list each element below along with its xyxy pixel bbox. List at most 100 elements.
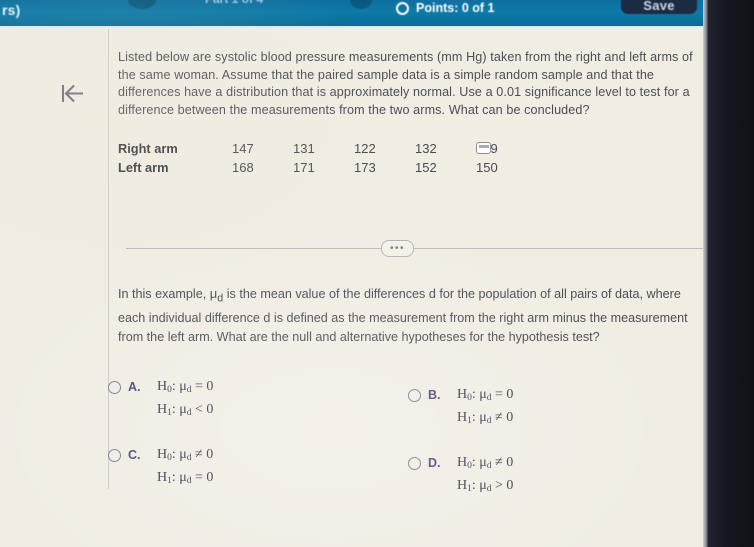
- h-symbol: H: [457, 455, 468, 470]
- radio-button-d[interactable]: [408, 457, 421, 470]
- monitor-bezel-highlight: [703, 0, 708, 547]
- part-indicator: Part 1 of 4: [205, 0, 263, 6]
- divider-line: [126, 248, 709, 249]
- explanation-text-before: In this example,: [118, 287, 210, 301]
- cell-right-arm-1: 147: [232, 141, 254, 157]
- points-indicator: Points: 0 of 1: [396, 1, 494, 15]
- cell-right-arm-2: 131: [293, 141, 315, 157]
- homework-application: rs) Part 1 of 4 Points: 0 of 1 Save: [0, 0, 709, 547]
- cell-left-arm-1: 168: [232, 160, 254, 176]
- ellipsis-icon[interactable]: •••: [381, 240, 414, 257]
- photographed-screen: rs) Part 1 of 4 Points: 0 of 1 Save: [0, 0, 754, 547]
- relation: < 0: [195, 402, 214, 417]
- mu-subscript: d: [486, 416, 492, 426]
- radio-button-c[interactable]: [108, 449, 121, 462]
- cell-left-arm-5: 150: [476, 160, 498, 176]
- gutter-divider: [108, 29, 109, 489]
- toolbar-seam: [0, 26, 709, 29]
- relation: ≠ 0: [495, 410, 514, 425]
- top-toolbar: rs) Part 1 of 4 Points: 0 of 1 Save: [0, 0, 709, 26]
- previous-question-button[interactable]: [55, 81, 89, 107]
- toolbar-glare-dot: [128, 0, 156, 9]
- mu-symbol: μ: [479, 478, 487, 493]
- h-subscript: 0: [167, 453, 172, 463]
- toolbar-glare-dot: [350, 0, 372, 9]
- circle-outline-icon: [396, 1, 409, 15]
- h-subscript: 1: [167, 476, 172, 486]
- mu-symbol: μd: [210, 286, 224, 305]
- option-letter-c: C.: [128, 448, 141, 462]
- mu-subscript: d: [486, 484, 492, 494]
- cell-right-arm-3: 122: [354, 141, 376, 157]
- option-letter-b: B.: [428, 388, 441, 402]
- save-button[interactable]: Save: [621, 0, 697, 14]
- h-symbol: H: [157, 447, 168, 462]
- question-content: Listed below are systolic blood pressure…: [108, 49, 709, 494]
- h-subscript: 0: [467, 461, 472, 471]
- cell-left-arm-3: 173: [354, 160, 376, 176]
- question-prompt: Listed below are systolic blood pressure…: [118, 50, 693, 117]
- section-divider: •••: [126, 239, 709, 257]
- mu-subscript: d: [186, 476, 192, 486]
- h-symbol: H: [157, 470, 168, 485]
- mu-subscript: d: [186, 385, 192, 395]
- h-subscript: 1: [467, 416, 472, 426]
- relation: = 0: [195, 379, 214, 394]
- radio-button-b[interactable]: [408, 389, 421, 402]
- course-title: rs): [2, 2, 21, 18]
- mu-symbol: μ: [479, 455, 487, 470]
- option-a-null-hypothesis: H0: μd = 0: [157, 379, 214, 395]
- relation: = 0: [495, 387, 514, 402]
- mu-subscript: d: [186, 408, 192, 418]
- mu-symbol: μ: [179, 470, 187, 485]
- answer-option-c[interactable]: C. H0: μd ≠ 0 H1: μd = 0: [108, 447, 213, 486]
- cell-left-arm-4: 152: [415, 160, 437, 176]
- mu-symbol: μ: [179, 379, 187, 394]
- mu-symbol: μ: [179, 447, 187, 462]
- h-subscript: 1: [467, 484, 472, 494]
- h-subscript: 0: [167, 385, 172, 395]
- h-symbol: H: [457, 478, 468, 493]
- relation: = 0: [195, 470, 214, 485]
- mu-symbol: μ: [479, 387, 487, 402]
- relation: ≠ 0: [495, 455, 514, 470]
- answer-option-d[interactable]: D. H0: μd ≠ 0 H1: μd > 0: [408, 455, 513, 494]
- measurements-table: Right arm 147 131 122 132 139 Left arm 1…: [118, 141, 696, 179]
- h-symbol: H: [157, 379, 168, 394]
- answer-option-a[interactable]: A. H0: μd = 0 H1: μd < 0: [108, 379, 213, 418]
- table-row: Left arm 168 171 173 152 150: [118, 160, 696, 179]
- cell-left-arm-2: 171: [293, 160, 315, 176]
- h-symbol: H: [157, 402, 168, 417]
- points-label: Points: 0 of 1: [416, 1, 495, 15]
- relation: ≠ 0: [195, 447, 214, 462]
- monitor-bezel: [708, 0, 754, 547]
- option-c-alt-hypothesis: H1: μd = 0: [157, 470, 214, 486]
- option-c-null-hypothesis: H0: μd ≠ 0: [157, 447, 214, 463]
- answer-option-b[interactable]: B. H0: μd = 0 H1: μd ≠ 0: [408, 387, 513, 426]
- row-label-right-arm: Right arm: [118, 141, 178, 157]
- mu-subscript: d: [186, 453, 192, 463]
- data-table-popup-icon[interactable]: [476, 142, 491, 155]
- mu-symbol: μ: [179, 402, 187, 417]
- h-subscript: 0: [467, 393, 472, 403]
- option-d-alt-hypothesis: H1: μd > 0: [457, 478, 514, 494]
- table-row: Right arm 147 131 122 132 139: [118, 141, 696, 160]
- h-subscript: 1: [167, 408, 172, 418]
- cell-right-arm-4: 132: [415, 141, 437, 157]
- option-b-alt-hypothesis: H1: μd ≠ 0: [457, 410, 514, 426]
- mu-symbol: μ: [479, 410, 487, 425]
- h-symbol: H: [457, 387, 468, 402]
- option-letter-d: D.: [428, 456, 441, 470]
- row-label-left-arm: Left arm: [118, 160, 169, 176]
- mu-subscript: d: [486, 461, 492, 471]
- relation: > 0: [495, 478, 514, 493]
- skip-to-previous-icon: [61, 84, 83, 103]
- option-b-null-hypothesis: H0: μd = 0: [457, 387, 514, 403]
- question-page: Listed below are systolic blood pressure…: [0, 29, 709, 547]
- option-letter-a: A.: [128, 380, 141, 394]
- option-d-null-hypothesis: H0: μd ≠ 0: [457, 455, 514, 471]
- option-a-alt-hypothesis: H1: μd < 0: [157, 402, 214, 418]
- mu-subscript: d: [486, 393, 492, 403]
- radio-button-a[interactable]: [108, 381, 121, 394]
- explanation-paragraph: In this example, μd is the mean value of…: [118, 284, 696, 347]
